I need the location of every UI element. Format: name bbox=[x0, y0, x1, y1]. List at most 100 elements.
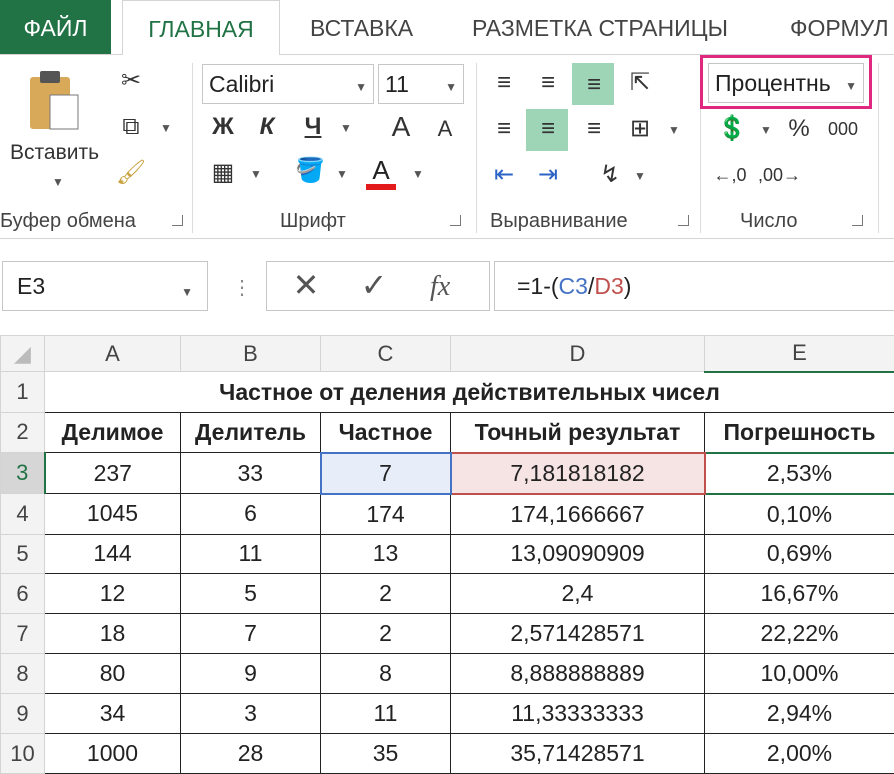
font-color-button[interactable]: A bbox=[366, 155, 396, 190]
row-header[interactable]: 5 bbox=[0, 533, 45, 575]
data-cell[interactable]: 8 bbox=[320, 653, 451, 695]
orientation-icon[interactable]: ⇱ bbox=[622, 67, 658, 99]
font-size-field[interactable]: 11 ▼ bbox=[378, 64, 464, 104]
align-top-icon[interactable]: ≡ bbox=[486, 67, 522, 99]
clipboard-launcher-icon[interactable] bbox=[172, 215, 183, 226]
data-cell[interactable]: 35 bbox=[320, 733, 451, 774]
fill-color-icon[interactable]: 🪣 bbox=[292, 155, 328, 187]
data-cell[interactable]: 80 bbox=[44, 653, 181, 695]
select-all-corner[interactable]: ◢ bbox=[0, 334, 45, 373]
copy-icon[interactable]: ⧉ bbox=[114, 111, 148, 143]
referenced-cell-c3[interactable]: 7 bbox=[319, 451, 452, 495]
bold-button[interactable]: Ж bbox=[208, 111, 238, 143]
row-header[interactable]: 2 bbox=[0, 411, 45, 454]
tab-insert[interactable]: ВСТАВКА bbox=[310, 0, 413, 54]
decrease-decimal-icon[interactable]: ,00→ bbox=[758, 159, 801, 191]
align-bottom-icon[interactable]: ≡ bbox=[576, 69, 612, 101]
name-box[interactable]: E3 ▼ bbox=[2, 261, 208, 311]
align-left-icon[interactable]: ≡ bbox=[486, 113, 522, 145]
tab-home[interactable]: ГЛАВНАЯ bbox=[122, 0, 280, 56]
tab-file[interactable]: ФАЙЛ bbox=[0, 0, 111, 54]
header-cell[interactable]: Делитель bbox=[180, 411, 321, 454]
currency-dropdown-icon[interactable]: ▼ bbox=[760, 123, 772, 137]
copy-dropdown-icon[interactable]: ▼ bbox=[160, 121, 172, 135]
data-cell[interactable]: 2,571428571 bbox=[450, 613, 705, 655]
data-cell[interactable]: 13 bbox=[320, 533, 451, 575]
font-name-dropdown-icon[interactable]: ▼ bbox=[355, 68, 367, 106]
data-cell[interactable]: 11,33333333 bbox=[450, 693, 705, 735]
borders-icon[interactable]: ▦ bbox=[206, 157, 240, 189]
format-painter-icon[interactable]: 🖌 bbox=[114, 157, 148, 189]
grow-font-button[interactable]: A bbox=[386, 111, 416, 143]
data-cell[interactable]: 8,888888889 bbox=[450, 653, 705, 695]
data-cell[interactable]: 9 bbox=[180, 653, 321, 695]
currency-icon[interactable]: 💲 bbox=[712, 113, 752, 145]
data-cell[interactable]: 7 bbox=[180, 613, 321, 655]
formula-input[interactable]: =1-(C3/D3) bbox=[494, 261, 894, 311]
font-size-dropdown-icon[interactable]: ▼ bbox=[445, 68, 457, 106]
header-cell[interactable]: Делимое bbox=[44, 411, 181, 454]
enter-icon[interactable]: ✓ bbox=[354, 269, 394, 301]
percent-button[interactable]: % bbox=[784, 113, 814, 145]
data-cell[interactable]: 34 bbox=[44, 693, 181, 735]
active-cell-e3[interactable]: 2,53% bbox=[703, 451, 894, 495]
alignment-launcher-icon[interactable] bbox=[678, 215, 689, 226]
decrease-indent-icon[interactable]: ⇤ bbox=[486, 159, 522, 191]
data-cell[interactable]: 6 bbox=[180, 493, 321, 535]
row-header[interactable]: 9 bbox=[0, 693, 45, 735]
data-cell[interactable]: 11 bbox=[320, 693, 451, 735]
row-header[interactable]: 1 bbox=[0, 371, 45, 413]
data-cell[interactable]: 22,22% bbox=[704, 613, 894, 655]
font-color-dropdown-icon[interactable]: ▼ bbox=[412, 167, 424, 181]
row-header[interactable]: 4 bbox=[0, 493, 45, 535]
thousands-button[interactable]: 000 bbox=[826, 113, 860, 145]
data-cell[interactable]: 174,1666667 bbox=[450, 493, 705, 535]
sheet-title-cell[interactable]: Частное от деления действительных чисел bbox=[44, 371, 894, 413]
data-cell[interactable]: 174 bbox=[320, 493, 451, 535]
align-middle-icon[interactable]: ≡ bbox=[530, 67, 566, 99]
paste-icon[interactable] bbox=[26, 69, 82, 133]
wrap-dropdown-icon[interactable]: ▼ bbox=[634, 169, 646, 183]
increase-indent-icon[interactable]: ⇥ bbox=[530, 159, 566, 191]
data-cell[interactable]: 2 bbox=[320, 573, 451, 615]
header-cell[interactable]: Частное bbox=[320, 411, 451, 454]
align-right-icon[interactable]: ≡ bbox=[576, 113, 612, 145]
fill-color-dropdown-icon[interactable]: ▼ bbox=[336, 167, 348, 181]
tab-formulas[interactable]: ФОРМУЛ bbox=[790, 0, 889, 54]
paste-dropdown-icon[interactable]: ▼ bbox=[52, 175, 64, 189]
cancel-icon[interactable]: ✕ bbox=[286, 269, 326, 301]
underline-dropdown-icon[interactable]: ▼ bbox=[340, 121, 352, 135]
column-header-e[interactable]: E bbox=[704, 334, 894, 373]
wrap-text-icon[interactable]: ↯ bbox=[592, 159, 628, 191]
underline-button[interactable]: Ч bbox=[298, 111, 328, 143]
header-cell[interactable]: Погрешность bbox=[704, 411, 894, 454]
data-cell[interactable]: 33 bbox=[180, 452, 321, 495]
row-header[interactable]: 3 bbox=[0, 452, 46, 495]
data-cell[interactable]: 1000 bbox=[44, 733, 181, 774]
header-cell[interactable]: Точный результат bbox=[450, 411, 705, 454]
row-header[interactable]: 8 bbox=[0, 653, 45, 695]
data-cell[interactable]: 35,71428571 bbox=[450, 733, 705, 774]
data-cell[interactable]: 18 bbox=[44, 613, 181, 655]
data-cell[interactable]: 12 bbox=[44, 573, 181, 615]
column-header-b[interactable]: B bbox=[180, 334, 321, 373]
tab-page-layout[interactable]: РАЗМЕТКА СТРАНИЦЫ bbox=[472, 0, 728, 54]
merge-cells-icon[interactable]: ⊞ bbox=[622, 113, 658, 145]
column-header-a[interactable]: A bbox=[44, 334, 181, 373]
data-cell[interactable]: 2,4 bbox=[450, 573, 705, 615]
insert-function-button[interactable]: fx bbox=[430, 271, 450, 303]
column-header-d[interactable]: D bbox=[450, 334, 705, 373]
data-cell[interactable]: 13,09090909 bbox=[450, 533, 705, 575]
data-cell[interactable]: 2,00% bbox=[704, 733, 894, 774]
borders-dropdown-icon[interactable]: ▼ bbox=[250, 167, 262, 181]
number-launcher-icon[interactable] bbox=[852, 215, 863, 226]
font-launcher-icon[interactable] bbox=[450, 215, 461, 226]
data-cell[interactable]: 237 bbox=[44, 452, 181, 495]
data-cell[interactable]: 5 bbox=[180, 573, 321, 615]
paste-button[interactable]: Вставить bbox=[10, 141, 99, 165]
data-cell[interactable]: 2,94% bbox=[704, 693, 894, 735]
name-box-dropdown-icon[interactable]: ▼ bbox=[181, 268, 193, 316]
number-format-dropdown-icon[interactable]: ▼ bbox=[845, 67, 857, 105]
data-cell[interactable]: 28 bbox=[180, 733, 321, 774]
referenced-cell-d3[interactable]: 7,181818182 bbox=[449, 451, 706, 495]
